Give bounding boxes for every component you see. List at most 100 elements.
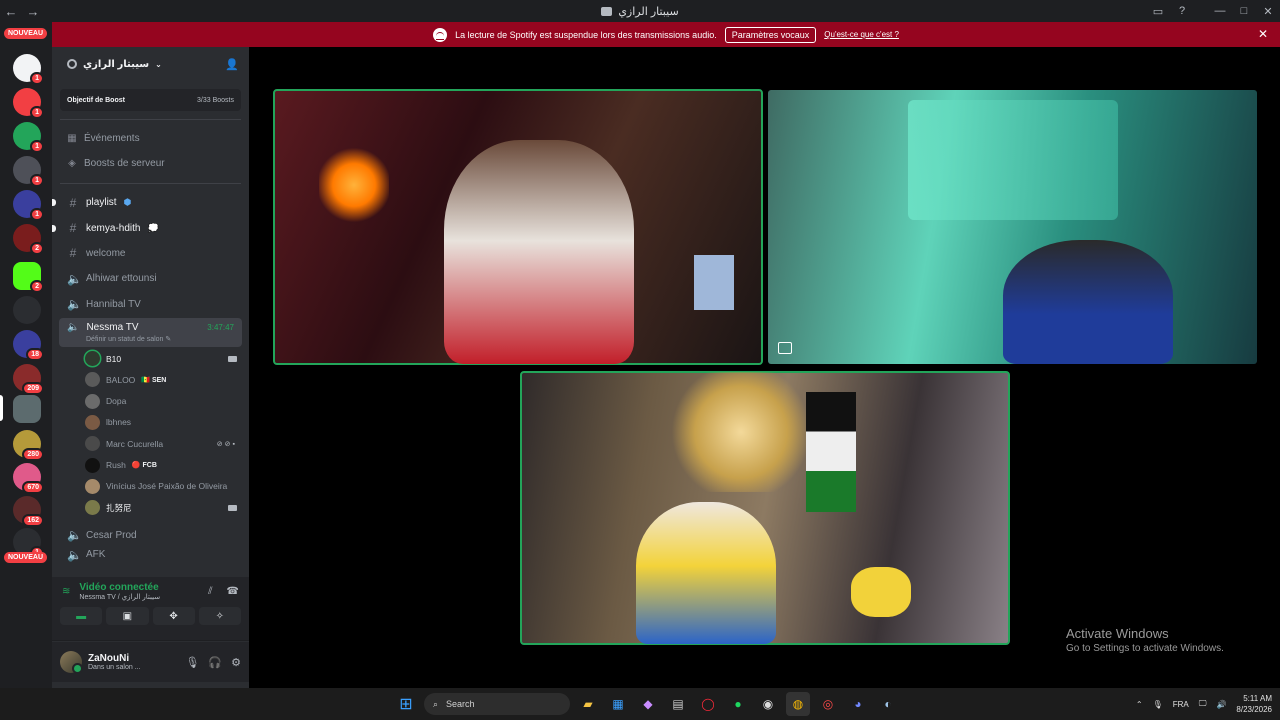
avatar[interactable]: [60, 651, 83, 674]
channel-label: playlist: [86, 197, 117, 209]
channel-afk[interactable]: 🔈 AFK: [52, 548, 249, 562]
user-name: ZaNouNi: [88, 653, 130, 664]
voice-member[interactable]: 扎努尼: [52, 497, 249, 518]
events-item[interactable]: ▦ Événements: [52, 126, 249, 151]
soundboard-button[interactable]: ✧: [198, 607, 241, 625]
server-icon[interactable]: 1: [13, 190, 44, 221]
channel-kemya-hdith[interactable]: # kemya-hdith 💭: [52, 215, 249, 240]
clock[interactable]: 5:11 AM 8/23/2026: [1236, 693, 1272, 715]
voice-member[interactable]: B10: [52, 348, 249, 369]
video-stage: Activate Windows Go to Settings to activ…: [249, 47, 1280, 688]
file-explorer-icon[interactable]: ▰: [576, 692, 600, 716]
channel-playlist[interactable]: # playlist ⬢: [52, 190, 249, 215]
server-icon[interactable]: 18: [13, 330, 44, 361]
help-icon[interactable]: ?: [1170, 5, 1194, 17]
spotify-notice-bar: La lecture de Spotify est suspendue lors…: [52, 22, 1280, 47]
notice-info-link[interactable]: Qu'est-ce que c'est ?: [824, 30, 899, 39]
activities-button[interactable]: ✥: [152, 607, 195, 625]
server-icon[interactable]: 1: [13, 156, 44, 187]
server-icon[interactable]: 162: [13, 496, 44, 527]
microphone-icon[interactable]: 🎙: [1153, 700, 1163, 709]
chevron-up-icon[interactable]: ⌃: [1136, 700, 1143, 709]
member-name: lbhnes: [106, 417, 132, 428]
text-channel-icon: #: [69, 246, 77, 261]
calculator-icon[interactable]: ▤: [666, 692, 690, 716]
voice-member[interactable]: BALOO 🇸🇳 SEN: [52, 369, 249, 390]
maximize-button[interactable]: □: [1232, 5, 1256, 17]
video-tile[interactable]: [273, 89, 763, 365]
headphones-icon[interactable]: 🎧: [208, 656, 222, 669]
noise-suppression-icon[interactable]: ⫽: [208, 586, 212, 597]
store-icon[interactable]: ▦: [606, 692, 630, 716]
channel-label: welcome: [86, 247, 126, 259]
current-server-icon[interactable]: [13, 395, 41, 423]
channel-cesar-prod[interactable]: 🔈 Cesar Prod: [52, 522, 249, 547]
app-icon[interactable]: ◉: [756, 692, 780, 716]
voice-member[interactable]: lbhnes: [52, 412, 249, 433]
channel-welcome[interactable]: # welcome: [52, 241, 249, 266]
channel-hannibal-tv[interactable]: 🔈 Hannibal TV: [52, 292, 249, 317]
video-tile[interactable]: [768, 90, 1257, 364]
opera-icon[interactable]: ◯: [696, 692, 720, 716]
voice-member[interactable]: Vinícius José Paixão de Oliveira: [52, 476, 249, 497]
voice-settings-button[interactable]: Paramètres vocaux: [724, 26, 817, 43]
volume-icon[interactable]: 🔊: [1216, 700, 1226, 709]
server-icon[interactable]: 280: [13, 430, 44, 461]
set-channel-status[interactable]: Définir un statut de salon ✎: [86, 335, 234, 343]
speaker-icon: 🔈: [67, 547, 82, 562]
avatar: [85, 351, 100, 367]
server-icon[interactable]: 2: [13, 224, 44, 255]
discord-icon[interactable]: ◕: [846, 692, 870, 716]
minimize-button[interactable]: —: [1208, 5, 1232, 17]
forward-arrow-icon[interactable]: →: [22, 4, 44, 19]
channel-nessma-tv[interactable]: 🔈 Nessma TV 3:47:47 Définir un statut de…: [59, 317, 242, 347]
server-icon[interactable]: 1: [13, 54, 44, 85]
server-boosts-item[interactable]: ◈ Boosts de serveur: [52, 151, 249, 176]
unread-indicator: [52, 199, 56, 207]
server-header[interactable]: سيبتار الرازي ⌄ 👤: [52, 47, 249, 81]
camera-toggle-button[interactable]: ▬: [60, 607, 103, 625]
channel-label: Hannibal TV: [86, 298, 141, 310]
speaker-icon: 🔈: [67, 271, 82, 286]
windows-start-icon[interactable]: ⊞: [394, 692, 418, 716]
clock-date: 8/23/2026: [1236, 705, 1272, 714]
signal-icon[interactable]: ≋: [62, 586, 70, 597]
member-name: Dopa: [106, 396, 127, 407]
unread-indicator: [52, 224, 56, 232]
taskbar-search[interactable]: ⌕ Search: [424, 693, 570, 715]
hex-light: [319, 145, 389, 225]
invite-user-icon[interactable]: 👤: [225, 58, 239, 71]
camera-off-icon: [778, 342, 792, 354]
member-name: B10: [106, 353, 122, 364]
server-icon[interactable]: 209: [13, 364, 44, 395]
voice-member[interactable]: Marc Cucurella ⊘⊘▪: [52, 433, 249, 454]
voice-location[interactable]: Nessma TV / سيبتار الرازي: [79, 593, 160, 601]
chrome-icon[interactable]: ◍: [786, 692, 810, 716]
network-icon[interactable]: 🖵: [1199, 699, 1207, 709]
screen-share-button[interactable]: ▣: [106, 607, 149, 625]
friend-request-icon[interactable]: 1: [13, 88, 44, 119]
curtain: [908, 100, 1118, 220]
gear-icon[interactable]: ⚙: [231, 656, 241, 669]
steam-icon[interactable]: ◐: [876, 692, 900, 716]
back-arrow-icon[interactable]: ←: [0, 4, 22, 19]
server-icon[interactable]: [13, 296, 41, 324]
close-icon[interactable]: ✕: [1258, 27, 1268, 41]
voice-member[interactable]: Rush 🔴 FCB: [52, 454, 249, 475]
language-indicator[interactable]: FRA: [1173, 700, 1189, 709]
video-tile[interactable]: [520, 371, 1010, 645]
copilot-icon[interactable]: ◆: [636, 692, 660, 716]
microphone-icon[interactable]: 🎙: [185, 656, 199, 669]
close-window-button[interactable]: ✕: [1256, 5, 1280, 18]
spotify-taskbar-icon[interactable]: ●: [726, 692, 750, 716]
friend-request-icon[interactable]: 1: [13, 122, 44, 153]
channel-alhiwar-ettounsi[interactable]: 🔈 Alhiwar ettounsi: [52, 266, 249, 291]
kick-server-icon[interactable]: 2: [13, 262, 44, 293]
voice-member[interactable]: Dopa: [52, 391, 249, 412]
boost-goal-bar[interactable]: Objectif de Boost 3/33 Boosts: [60, 89, 241, 111]
disconnect-icon[interactable]: ☎: [227, 586, 239, 597]
app-icon[interactable]: ◎: [816, 692, 840, 716]
inbox-icon[interactable]: ▭: [1146, 5, 1170, 18]
new-badge: NOUVEAU: [4, 28, 48, 39]
server-icon[interactable]: 670: [13, 463, 44, 494]
